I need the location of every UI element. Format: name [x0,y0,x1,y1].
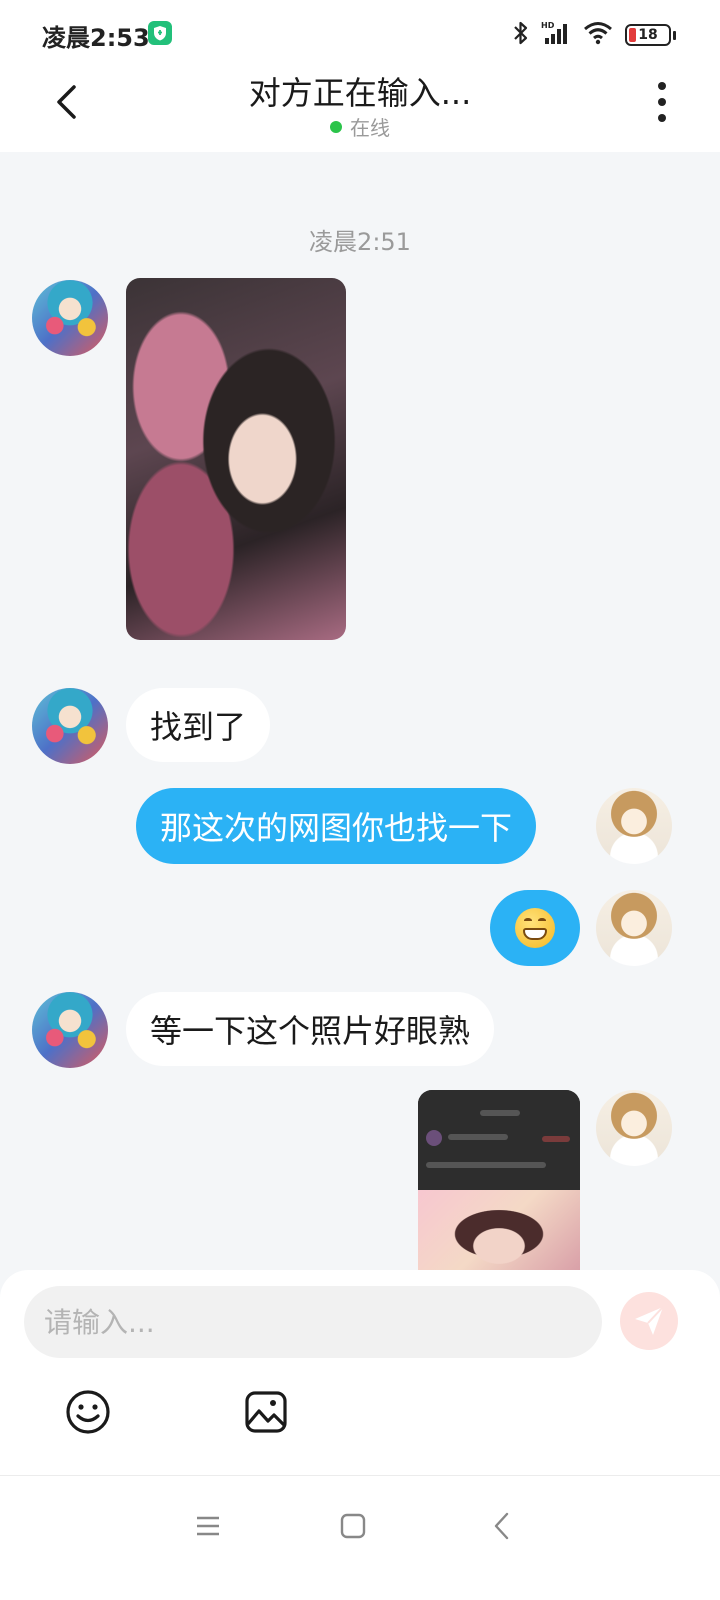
chat-header: 对方正在输入... 在线 [0,64,720,152]
photo-screenshot-header [418,1090,580,1190]
received-text-message[interactable]: 等一下这个照片好眼熟 [126,992,495,1066]
smiley-icon [66,1390,110,1434]
home-square-icon [340,1513,366,1539]
more-options-button[interactable] [652,82,672,122]
status-icons: HD 18 [513,20,676,50]
message-composer [0,1270,720,1475]
nav-back-button[interactable] [482,1506,522,1546]
image-icon [245,1391,287,1433]
emoji-button[interactable] [64,1388,112,1436]
contact-avatar[interactable] [32,688,108,764]
message-timestamp: 凌晨2:51 [309,228,411,256]
more-dot [658,114,666,122]
message-text: 那这次的网图你也找一下 [160,809,513,847]
received-text-message[interactable]: 找到了 [126,688,271,762]
sent-text-message[interactable]: 那这次的网图你也找一下 [136,788,537,864]
signal-icon: HD [541,20,571,50]
menu-icon [197,1516,219,1536]
image-button[interactable] [242,1388,290,1436]
online-status: 在线 [0,112,720,141]
message-text: 找到了 [150,708,247,746]
wifi-icon [583,21,613,49]
message-input[interactable] [24,1286,602,1358]
send-button[interactable] [620,1292,678,1350]
svg-text:HD: HD [541,21,555,30]
online-dot-icon [330,120,342,133]
chat-messages[interactable]: 凌晨2:51 找到了 那这次的网图你也找一下 等一下这个照片好眼熟 [0,152,720,1270]
sent-emoji-message[interactable] [490,890,580,966]
status-bar: 凌晨2:53 HD 18 [0,0,720,64]
nav-back-icon [494,1512,509,1540]
more-dot [658,98,666,106]
received-photo-message[interactable] [126,278,346,640]
battery-level: 18 [638,27,658,43]
sent-photo-message[interactable] [418,1090,580,1270]
battery-cap [673,30,676,40]
my-avatar[interactable] [596,890,672,966]
more-dot [658,82,666,90]
contact-avatar[interactable] [32,992,108,1068]
page-title: 对方正在输入... [248,74,472,112]
nav-menu-button[interactable] [188,1506,228,1546]
shield-icon [148,21,172,45]
send-icon [635,1306,664,1335]
status-time: 凌晨2:53 [42,24,150,52]
photo-screenshot-image [418,1190,580,1270]
battery-icon: 18 [625,24,671,46]
system-navigation-bar [0,1475,720,1600]
contact-avatar[interactable] [32,280,108,356]
online-status-label: 在线 [350,116,390,140]
grinning-face-icon [515,908,555,948]
my-avatar[interactable] [596,788,672,864]
nav-home-button[interactable] [333,1506,373,1546]
bluetooth-icon [513,20,529,50]
my-avatar[interactable] [596,1090,672,1166]
message-text: 等一下这个照片好眼熟 [150,1012,471,1050]
